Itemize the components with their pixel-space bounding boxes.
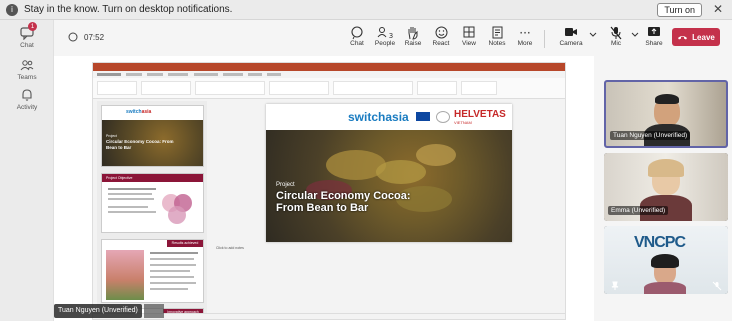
powerpoint-window: switchasia Project Circular Economy Coco… [92, 62, 566, 320]
presenter-name-tag: Tuan Nguyen (Unverified) [54, 304, 142, 318]
more-label: More [517, 40, 533, 47]
rail-item-teams[interactable]: Teams [0, 58, 54, 81]
more-button[interactable]: ··· More [510, 26, 540, 47]
meeting-timer: 07:52 [68, 32, 104, 42]
slide-thumbnails: switchasia Project Circular Economy Coco… [97, 101, 207, 319]
eu-flag-icon [416, 112, 430, 121]
notes-label: Notes [488, 40, 506, 47]
chat-icon: 1 [20, 22, 37, 41]
raise-label: Raise [404, 40, 422, 47]
hand-icon [398, 26, 428, 40]
react-label: React [432, 40, 450, 47]
participant-name: Tuan Nguyen (Unverified) [610, 131, 691, 140]
people-count: 3 [388, 32, 394, 40]
mic-button[interactable]: Mic [602, 26, 630, 47]
rail-item-label: Activity [16, 104, 38, 111]
share-label: Share [645, 40, 663, 47]
ppt-ribbon [93, 78, 565, 99]
presenter-tag-extension [144, 304, 164, 318]
main-slide: switchasia HELVETAS VIETNAM Project Circ… [266, 104, 512, 242]
switchasia-logo: switchasia [348, 110, 409, 124]
chat-icon [342, 26, 372, 40]
view-label: View [462, 40, 476, 47]
speaker-notes-placeholder[interactable]: Click to add notes [216, 246, 244, 250]
camera-button[interactable]: Camera [554, 26, 588, 47]
chat-button[interactable]: Chat [342, 26, 372, 47]
share-button[interactable]: Share [640, 26, 668, 47]
slide-thumb-3[interactable]: Results achieved [101, 239, 204, 303]
slide-thumb-1[interactable]: switchasia Project Circular Economy Coco… [101, 105, 204, 167]
people-button[interactable]: 3 People [370, 26, 400, 47]
thumb-title: Circular Economy Cocoa: From Bean to Bar [106, 139, 174, 150]
ppt-menu [93, 71, 565, 78]
turn-on-button[interactable]: Turn on [657, 3, 702, 17]
view-button[interactable]: View [454, 26, 484, 47]
camera-options-chevron-icon[interactable] [588, 32, 598, 40]
rail-item-label: Chat [20, 42, 34, 49]
helvetas-emblem-icon [436, 111, 450, 123]
rail-item-chat[interactable]: 1 Chat [0, 22, 54, 49]
ppt-title-bar [93, 63, 565, 71]
unread-badge: 1 [28, 22, 37, 31]
cocoa-photo: Project Circular Economy Cocoa: From Bea… [266, 130, 512, 242]
chat-label: Chat [350, 40, 364, 47]
thumb-title: Project Objective [102, 174, 203, 182]
mic-label: Mic [610, 40, 622, 47]
helvetas-logo: HELVETAS [454, 109, 506, 120]
participant-name: Emma (Unverified) [608, 206, 669, 215]
vncpc-sign: VNCPC [634, 234, 686, 251]
helvetas-sub: VIETNAM [454, 120, 472, 125]
people-label: People [374, 40, 396, 47]
thumb-kicker: Project [106, 134, 117, 138]
toolbar-divider [544, 30, 545, 48]
bell-icon [20, 88, 34, 102]
grid-icon [454, 26, 484, 40]
teams-icon [20, 58, 34, 72]
react-button[interactable]: React [426, 26, 456, 47]
camera-icon [554, 26, 588, 40]
notes-button[interactable]: Notes [482, 26, 512, 47]
info-icon: i [6, 3, 18, 16]
shared-screen: switchasia Project Circular Economy Coco… [54, 56, 594, 321]
participant-tile-3[interactable]: VNCPC [604, 226, 728, 294]
emoji-icon [426, 26, 456, 40]
pin-icon[interactable] [610, 278, 620, 290]
rail-item-activity[interactable]: Activity [0, 88, 54, 111]
leave-button[interactable]: Leave [672, 28, 720, 46]
slide-kicker: Project [276, 182, 295, 188]
rail-item-label: Teams [17, 74, 37, 81]
meeting-toolbar: 07:52 Chat 3 People Raise React View Not… [54, 20, 732, 56]
raise-button[interactable]: Raise [398, 26, 428, 47]
slide-title: Circular Economy Cocoa: From Bean to Bar [276, 190, 411, 214]
people-icon: 3 [370, 26, 400, 40]
notification-bar: i Stay in the know. Turn on desktop noti… [0, 0, 732, 20]
close-icon[interactable]: ✕ [713, 2, 723, 16]
slide-thumb-2[interactable]: Project Objective [101, 173, 204, 233]
share-icon [640, 26, 668, 40]
mic-options-chevron-icon[interactable] [630, 32, 640, 40]
mic-off-icon [602, 26, 630, 40]
participant-tile-1[interactable]: Tuan Nguyen (Unverified) [604, 80, 728, 148]
notes-icon [482, 26, 512, 40]
participant-tile-2[interactable]: Emma (Unverified) [604, 153, 728, 221]
mic-off-icon [712, 278, 722, 291]
thumb-logo: switchasia [102, 106, 203, 120]
thumb-title: Results achieved [167, 240, 203, 247]
notification-text: Stay in the know. Turn on desktop notifi… [24, 4, 233, 15]
shield-icon [68, 32, 78, 42]
app-rail: 1 Chat Teams Activity [0, 20, 54, 321]
leave-label: Leave [692, 32, 715, 42]
camera-label: Camera [559, 40, 583, 47]
more-icon: ··· [519, 26, 531, 40]
timer-text: 07:52 [84, 32, 105, 42]
phone-hangup-icon [678, 36, 688, 40]
